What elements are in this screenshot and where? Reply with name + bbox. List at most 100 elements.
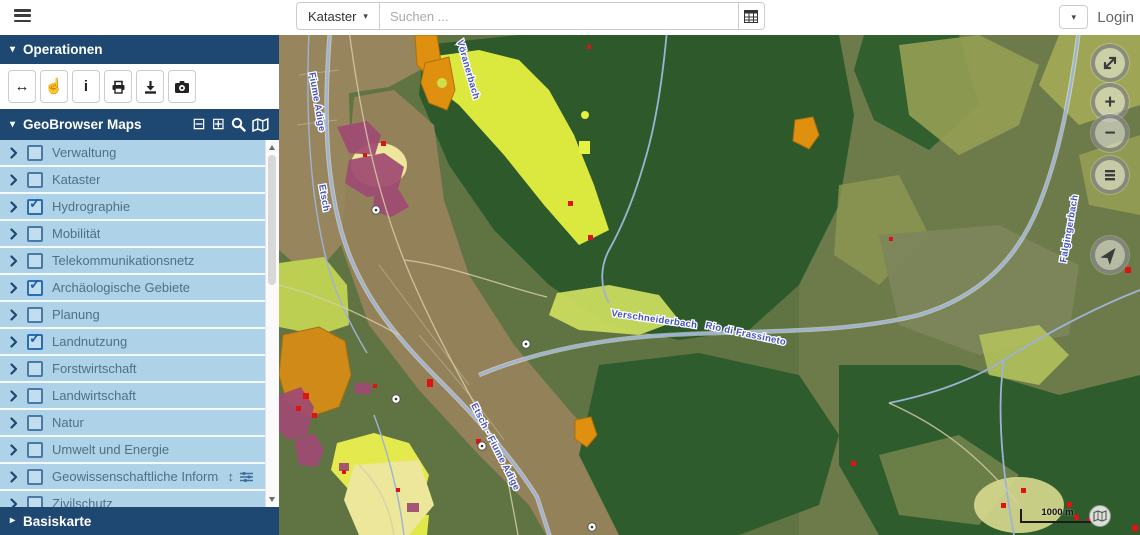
basemap-header[interactable]: ▸ Basiskarte [0,507,279,535]
layer-row-umwelt-und-energie[interactable]: ✓ Umwelt und Energie [0,437,279,464]
expand-caret-icon: ▸ [10,516,15,526]
expand-chevron-icon[interactable] [10,363,18,375]
download-button[interactable] [136,70,164,103]
layer-checkbox[interactable]: ✓ [27,199,43,215]
scrollbar-thumb[interactable] [268,155,276,285]
download-icon [143,80,158,94]
layer-checkbox[interactable]: ✓ [27,388,43,404]
layer-label: Landnutzung [52,334,127,349]
layer-row-hydrographie[interactable]: ✓ Hydrographie [0,194,279,221]
layer-label: Planung [52,307,100,322]
login-link[interactable]: Login [1097,9,1134,26]
caret-down-icon: ▾ [1072,13,1077,22]
expand-chevron-icon[interactable] [10,201,18,213]
layer-row-telekommunikationsnetz[interactable]: ✓ Telekommunikationsnetz [0,248,279,275]
layer-row-forstwirtschaft[interactable]: ✓ Forstwirtschaft [0,356,279,383]
move-horizontal-icon: ↔ [15,79,30,94]
login-dropdown[interactable]: ▾ [1059,5,1088,29]
expand-chevron-icon[interactable] [10,444,18,456]
collapse-all-icon[interactable]: ⊟ [192,117,205,133]
layer-checkbox[interactable]: ✓ [27,415,43,431]
layer-checkbox[interactable]: ✓ [27,280,43,296]
layer-checkbox[interactable]: ✓ [27,334,43,350]
layer-row-zivilschutz[interactable]: ✓ Zivilschutz [0,491,279,507]
navigation-arrow-icon [1099,244,1121,266]
search-input[interactable] [380,2,739,30]
collapse-caret-icon: ▾ [10,45,15,55]
layer-label: Landwirtschaft [52,388,136,403]
layer-checkbox[interactable]: ✓ [27,496,43,508]
expand-all-icon[interactable]: ⊞ [212,117,225,133]
layer-row-natur[interactable]: ✓ Natur [0,410,279,437]
expand-chevron-icon[interactable] [10,498,18,508]
info-tool-button[interactable]: i [72,70,100,103]
layer-label: Kataster [52,172,100,187]
layer-row-kataster[interactable]: ✓ Kataster [0,167,279,194]
layer-row-planung[interactable]: ✓ Planung [0,302,279,329]
layer-opacity-icon[interactable]: ↕ [228,469,235,484]
basemap-title: Basiskarte [23,514,91,529]
layer-row-mobilitaet[interactable]: ✓ Mobilität [0,221,279,248]
scale-bar: 1000 m [1020,509,1095,523]
layer-label: Hydrographie [52,199,130,214]
layer-checkbox[interactable]: ✓ [27,145,43,161]
sidebar: ▾ Operationen ↔ ☝ i [0,35,279,535]
layer-checkbox[interactable]: ✓ [27,226,43,242]
search-layers-icon[interactable] [231,117,246,132]
minus-icon: − [1104,124,1115,143]
menu-button[interactable] [14,8,34,26]
operations-toolbar: ↔ ☝ i [0,64,279,109]
expand-chevron-icon[interactable] [10,255,18,267]
layer-row-landwirtschaft[interactable]: ✓ Landwirtschaft [0,383,279,410]
layer-label: Natur [52,415,84,430]
layer-row-archaeologische-gebiete[interactable]: ✓ Archäologische Gebiete [0,275,279,302]
zoom-extent-icon [1100,53,1120,73]
print-button[interactable] [104,70,132,103]
screenshot-button[interactable] [168,70,196,103]
map-icon[interactable] [252,118,269,132]
expand-chevron-icon[interactable] [10,309,18,321]
layer-row-verwaltung[interactable]: ✓ Verwaltung [0,140,279,167]
expand-chevron-icon[interactable] [10,390,18,402]
layer-checkbox[interactable]: ✓ [27,442,43,458]
layer-row-landnutzung[interactable]: ✓ Landnutzung [0,329,279,356]
layer-checkbox[interactable]: ✓ [27,361,43,377]
operations-title: Operationen [23,42,103,57]
operations-header[interactable]: ▾ Operationen [0,35,279,64]
pan-tool-button[interactable]: ↔ [8,70,36,103]
zoom-out-button[interactable]: − [1091,114,1129,152]
geolocate-button[interactable] [1091,236,1129,274]
layer-list-scrollbar[interactable] [265,140,279,507]
expand-chevron-icon[interactable] [10,471,18,483]
hand-pointer-icon: ☝ [45,79,64,94]
collapse-caret-icon: ▾ [10,120,15,130]
layer-checkbox[interactable]: ✓ [27,172,43,188]
login-group: ▾ Login [1059,5,1134,29]
scroll-up-icon[interactable] [269,145,275,150]
select-tool-button[interactable]: ☝ [40,70,68,103]
zoom-extent-button[interactable] [1091,44,1129,82]
expand-chevron-icon[interactable] [10,174,18,186]
layer-list: ✓ Verwaltung ✓ Kataster ✓ Hydrographie ✓… [0,140,279,507]
layer-checkbox[interactable]: ✓ [27,253,43,269]
map-canvas[interactable]: Fiume Adige Etsch Vöranerbach Verschneid… [279,35,1140,535]
map-viewport[interactable]: Fiume Adige Etsch Vöranerbach Verschneid… [279,35,1140,535]
layer-settings-sliders-icon[interactable] [240,471,253,483]
expand-chevron-icon[interactable] [10,282,18,294]
layer-row-geowissenschaftliche-informationen[interactable]: ✓ Geowissenschaftliche Informationen ↕ [0,464,279,491]
attribution-button[interactable] [1089,505,1111,527]
results-table-button[interactable] [739,2,765,30]
search-group: Kataster ▾ [296,2,765,30]
layer-checkbox[interactable]: ✓ [27,469,43,485]
maps-header[interactable]: ▾ GeoBrowser Maps ⊟ ⊞ [0,109,279,140]
category-dropdown[interactable]: Kataster ▾ [296,2,380,30]
expand-chevron-icon[interactable] [10,147,18,159]
scroll-down-icon[interactable] [269,497,275,502]
expand-chevron-icon[interactable] [10,336,18,348]
expand-chevron-icon[interactable] [10,417,18,429]
expand-chevron-icon[interactable] [10,228,18,240]
layer-checkbox[interactable]: ✓ [27,307,43,323]
layer-label: Verwaltung [52,145,116,160]
zoom-slider-button[interactable] [1091,156,1129,194]
caret-down-icon: ▾ [363,12,368,21]
